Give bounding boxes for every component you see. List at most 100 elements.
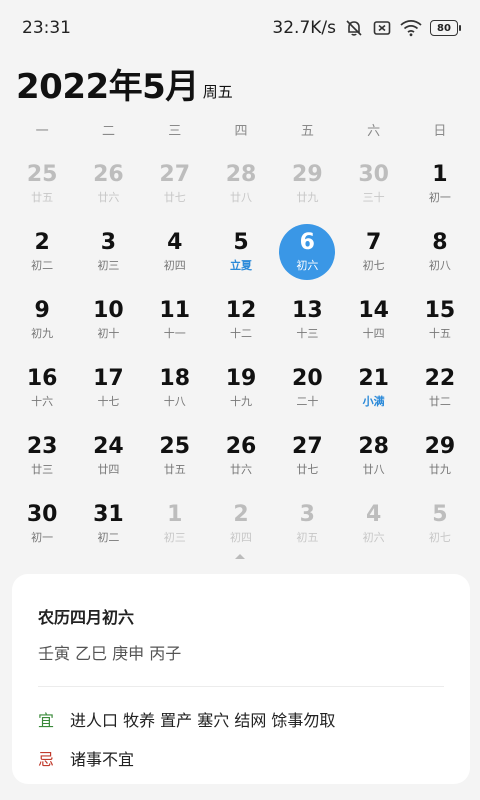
avoid-row: 忌 诸事不宜 [38,746,444,770]
calendar-day[interactable]: 3 初三 [75,218,141,286]
day-number: 4 [365,501,382,527]
calendar-day[interactable]: 31 初二 [75,490,141,558]
lunar-day-label: 十五 [428,326,451,340]
calendar-day[interactable]: 10 初十 [75,286,141,354]
calendar-day[interactable]: 25 廿五 [142,422,208,490]
weekday-label: 一 [35,124,49,139]
calendar-day[interactable]: 29 廿九 [407,422,473,490]
calendar-day[interactable]: 26 廿六 [75,150,141,218]
calendar-day[interactable]: 16 十六 [9,354,75,422]
day-number: 27 [292,433,323,459]
bell-off-icon [344,18,364,38]
day-number: 25 [159,433,191,459]
day-number: 3 [299,501,315,527]
calendar-day[interactable]: 25 廿五 [9,150,75,218]
lunar-day-label: 廿七 [163,190,186,204]
calendar-day[interactable]: 5 立夏 [208,218,274,286]
day-number: 1 [167,501,183,527]
solar-term-label: 小满 [362,394,385,408]
lunar-day-label: 初一 [428,190,451,204]
day-number: 14 [358,297,389,323]
day-number: 15 [424,297,456,323]
day-number: 21 [358,365,389,391]
day-number: 2 [34,229,50,255]
lunar-day-label: 廿三 [31,462,54,476]
collapse-handle-icon[interactable] [234,552,246,560]
calendar-day[interactable]: 4 初六 [340,490,406,558]
suitable-text: 进人口 牧养 置产 塞穴 结网 馀事勿取 [70,711,336,730]
calendar-day[interactable]: 14 十四 [340,286,406,354]
calendar-day[interactable]: 28 廿八 [340,422,406,490]
calendar-day[interactable]: 15 十五 [407,286,473,354]
calendar-day[interactable]: 1 初三 [142,490,208,558]
calendar-day[interactable]: 30 初一 [9,490,75,558]
calendar-day[interactable]: 13 十三 [274,286,340,354]
lunar-day-label: 二十 [296,394,319,408]
calendar-day[interactable]: 8 初八 [407,218,473,286]
calendar-day[interactable]: 27 廿七 [274,422,340,490]
calendar-day[interactable]: 26 廿六 [208,422,274,490]
lunar-day-label: 十二 [230,326,253,340]
day-number: 19 [225,365,257,391]
day-number: 26 [225,433,257,459]
day-number: 22 [424,365,456,391]
calendar-day[interactable]: 30 三十 [340,150,406,218]
weekday-label: 二 [101,124,115,139]
day-detail-card[interactable]: 农历四月初六 壬寅 乙巳 庚申 丙子 宜 进人口 牧养 置产 塞穴 结网 馀事勿… [12,574,470,784]
calendar-day[interactable]: 27 廿七 [142,150,208,218]
day-number: 2 [233,501,249,527]
weekday-label: 三 [168,124,182,139]
calendar-day[interactable]: 17 十七 [75,354,141,422]
day-number: 4 [167,229,183,255]
lunar-day-label: 初九 [31,326,54,340]
calendar-day[interactable]: 7 初七 [340,218,406,286]
calendar-day[interactable]: 23 廿三 [9,422,75,490]
lunar-day-label: 廿八 [230,190,253,204]
weekday-label: 五 [300,124,314,139]
lunar-day-label: 十四 [362,326,385,340]
calendar-day[interactable]: 22 廿二 [407,354,473,422]
calendar-day[interactable]: 11 十一 [142,286,208,354]
calendar-day[interactable]: 24 廿四 [75,422,141,490]
day-number: 30 [358,161,389,187]
lunar-day-label: 初七 [428,530,451,544]
calendar-day[interactable]: 29 廿九 [274,150,340,218]
calendar-day[interactable]: 9 初九 [9,286,75,354]
day-number: 16 [26,365,58,391]
day-number: 1 [432,161,448,187]
suitable-row: 宜 进人口 牧养 置产 塞穴 结网 馀事勿取 [38,707,444,731]
lunar-day-label: 初五 [296,530,319,544]
lunar-day-label: 廿九 [296,190,319,204]
day-number: 18 [159,365,191,391]
day-number: 9 [34,297,50,323]
lunar-day-label: 初二 [31,258,54,272]
lunar-day-label: 廿四 [97,462,120,476]
day-number: 25 [26,161,58,187]
calendar-day[interactable]: 20 二十 [274,354,340,422]
lunar-day-label: 廿五 [163,462,186,476]
calendar-day[interactable]: 2 初二 [9,218,75,286]
calendar-day[interactable]: 28 廿八 [208,150,274,218]
calendar-day[interactable]: 21 小满 [340,354,406,422]
calendar-day[interactable]: 12 十二 [208,286,274,354]
lunar-day-label: 初三 [163,530,186,544]
lunar-day-label: 初四 [163,258,186,272]
day-number: 6 [299,229,315,255]
calendar-day[interactable]: 19 十九 [208,354,274,422]
day-number: 24 [93,433,124,459]
calendar-day[interactable]: 5 初七 [407,490,473,558]
day-number: 29 [424,433,456,459]
lunar-day-label: 初八 [428,258,451,272]
battery-level: 80 [437,22,451,34]
lunar-day-label: 廿九 [428,462,451,476]
calendar-day[interactable]: 1 初一 [407,150,473,218]
calendar-day[interactable]: 18 十八 [142,354,208,422]
lunar-day-label: 初一 [31,530,54,544]
calendar-day-selected[interactable]: 6 初六 [274,218,340,286]
suitable-label: 宜 [38,711,55,730]
calendar-day[interactable]: 2 初四 [208,490,274,558]
battery-icon: 80 [430,20,461,36]
month-title[interactable]: 2022年5月 [16,70,199,104]
calendar-day[interactable]: 3 初五 [274,490,340,558]
calendar-day[interactable]: 4 初四 [142,218,208,286]
